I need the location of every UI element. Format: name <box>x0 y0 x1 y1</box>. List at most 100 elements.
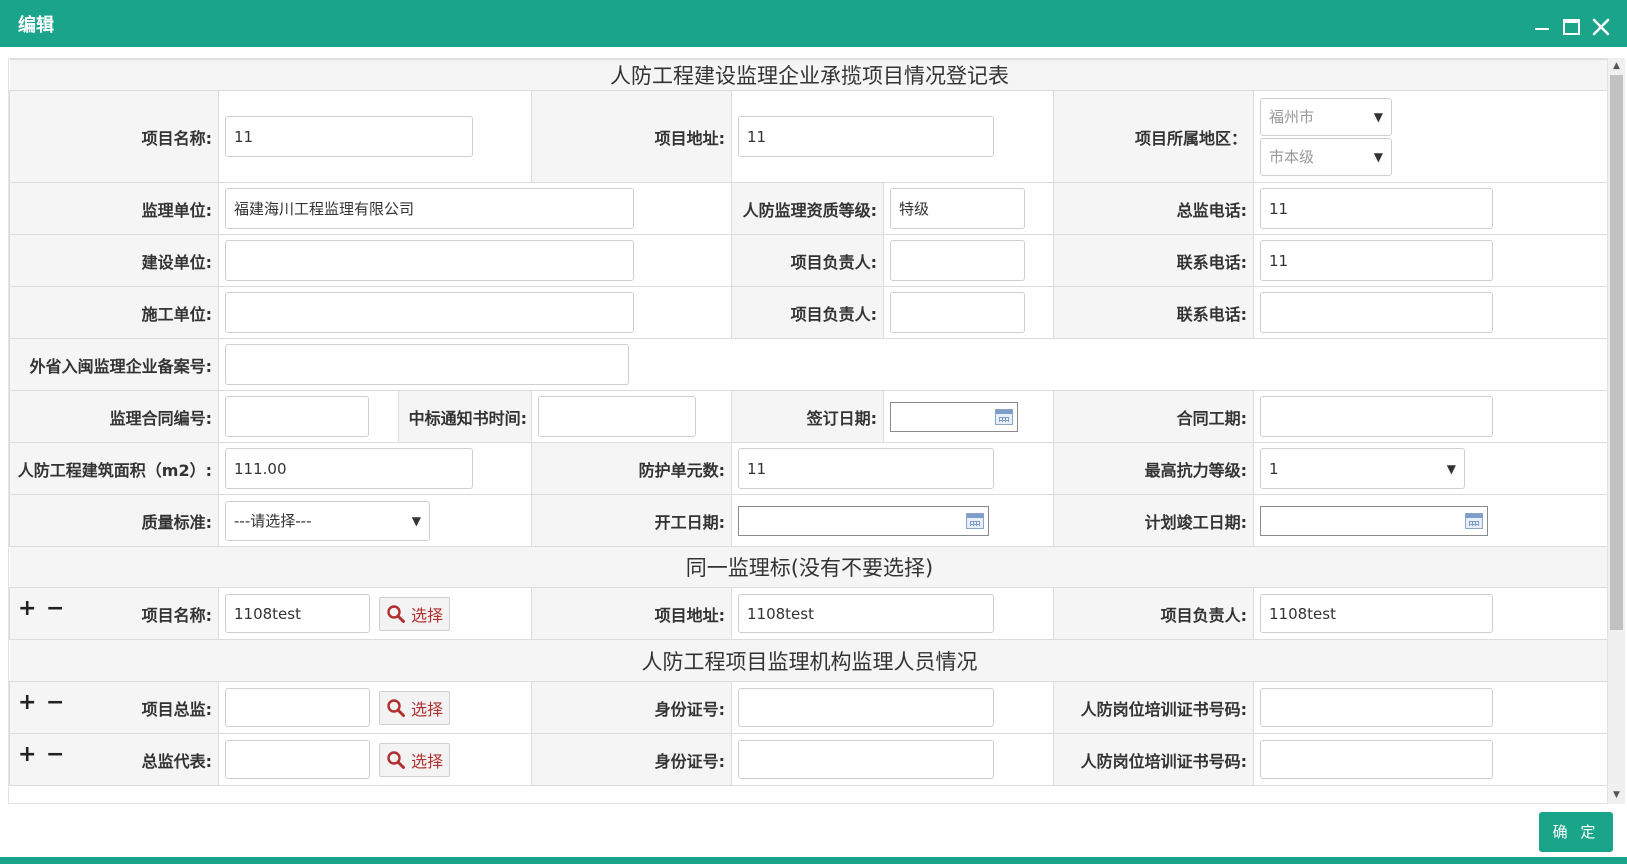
same-bid-leader-label: 项目负责人: <box>1053 587 1254 640</box>
select-button[interactable]: 选择 <box>379 690 451 725</box>
qualification-label: 人防监理资质等级: <box>731 182 884 235</box>
builder-unit-label: 施工单位: <box>9 286 219 339</box>
calendar-icon[interactable] <box>995 408 1013 425</box>
chief-phone-input[interactable] <box>1260 188 1493 229</box>
chevron-down-icon: ▼ <box>1373 149 1383 164</box>
chief-cert-input[interactable] <box>1260 688 1493 727</box>
building-area-input[interactable] <box>225 448 473 489</box>
chief-id-input[interactable] <box>738 688 994 727</box>
protection-units-label: 防护单元数: <box>531 442 732 495</box>
chief-id-label: 身份证号: <box>531 681 732 734</box>
supervision-unit-input[interactable] <box>225 188 634 229</box>
builder-leader-input[interactable] <box>890 292 1025 333</box>
same-bid-leader-input[interactable] <box>1260 594 1493 633</box>
search-icon <box>387 604 406 623</box>
contract-period-label: 合同工期: <box>1053 390 1254 443</box>
scroll-down-icon[interactable]: ▼ <box>1608 787 1625 804</box>
window-title: 编辑 <box>18 15 54 36</box>
chief-deputy-label: + − 总监代表: <box>9 733 219 786</box>
owner-leader-label: 项目负责人: <box>731 234 884 287</box>
out-of-province-input[interactable] <box>225 344 629 385</box>
max-resistance-select[interactable]: 1 ▼ <box>1260 448 1465 489</box>
region-level-select[interactable]: 市本级 ▼ <box>1260 137 1392 176</box>
close-icon[interactable] <box>1588 10 1616 36</box>
chief-deputy-input[interactable] <box>225 740 370 779</box>
deputy-id-input[interactable] <box>738 740 994 779</box>
same-bid-address-label: 项目地址: <box>531 587 732 640</box>
add-row-icon[interactable]: + <box>18 692 36 714</box>
max-resistance-value: 1 <box>1269 459 1279 478</box>
confirm-button[interactable]: 确 定 <box>1539 812 1613 852</box>
remove-row-icon[interactable]: − <box>46 744 64 766</box>
scrollbar-thumb[interactable] <box>1610 75 1623 630</box>
add-row-icon[interactable]: + <box>18 744 36 766</box>
search-icon <box>387 750 406 769</box>
maximize-icon[interactable] <box>1558 10 1582 36</box>
construction-owner-label: 建设单位: <box>9 234 219 287</box>
planned-completion-input[interactable] <box>1260 505 1488 536</box>
project-chief-input[interactable] <box>225 688 370 727</box>
chief-phone-label: 总监电话: <box>1053 182 1254 235</box>
project-address-input[interactable] <box>738 116 994 157</box>
remove-row-icon[interactable]: − <box>46 598 64 620</box>
form-title: 人防工程建设监理企业承揽项目情况登记表 <box>9 59 1607 91</box>
region-city-value: 福州市 <box>1269 108 1315 126</box>
same-bid-section-title: 同一监理标(没有不要选择) <box>9 546 1607 588</box>
select-button[interactable]: 选择 <box>379 742 451 777</box>
vertical-scrollbar[interactable]: ▲ ▼ <box>1608 58 1625 804</box>
owner-leader-input[interactable] <box>890 240 1025 281</box>
quality-standard-select[interactable]: ---请选择--- ▼ <box>225 500 430 541</box>
supervision-unit-label: 监理单位: <box>9 182 219 235</box>
project-name-label: 项目名称: <box>9 90 219 183</box>
owner-phone-label: 联系电话: <box>1053 234 1254 287</box>
chevron-down-icon: ▼ <box>1373 109 1383 124</box>
scroll-up-icon[interactable]: ▲ <box>1608 58 1625 75</box>
builder-leader-label: 项目负责人: <box>731 286 884 339</box>
chevron-down-icon: ▼ <box>1446 461 1456 476</box>
region-level-value: 市本级 <box>1269 148 1315 166</box>
sign-date-input[interactable] <box>890 401 1018 432</box>
builder-phone-input[interactable] <box>1260 292 1493 333</box>
same-bid-name-label: + − 项目名称: <box>9 587 219 640</box>
qualification-input[interactable] <box>890 188 1025 229</box>
select-button[interactable]: 选择 <box>379 596 451 631</box>
project-region-label: 项目所属地区： <box>1053 90 1254 183</box>
same-bid-address-input[interactable] <box>738 594 994 633</box>
chief-cert-label: 人防岗位培训证书号码: <box>1053 681 1254 734</box>
project-name-input[interactable] <box>225 116 473 157</box>
chevron-down-icon: ▼ <box>411 513 421 528</box>
remove-row-icon[interactable]: − <box>46 692 64 714</box>
deputy-cert-input[interactable] <box>1260 740 1493 779</box>
calendar-icon[interactable] <box>966 512 984 529</box>
protection-units-input[interactable] <box>738 448 994 489</box>
quality-standard-label: 质量标准: <box>9 494 219 547</box>
select-button-label: 选择 <box>411 699 444 719</box>
contract-period-input[interactable] <box>1260 396 1493 437</box>
chief-deputy-text: 总监代表: <box>141 751 212 771</box>
project-address-label: 项目地址: <box>531 90 732 183</box>
planned-completion-label: 计划竣工日期: <box>1053 494 1254 547</box>
region-city-select[interactable]: 福州市 ▼ <box>1260 97 1392 136</box>
select-button-label: 选择 <box>411 751 444 771</box>
award-notice-input[interactable] <box>538 396 696 437</box>
quality-standard-value: ---请选择--- <box>234 512 312 530</box>
add-row-icon[interactable]: + <box>18 598 36 620</box>
contract-no-input[interactable] <box>225 396 369 437</box>
contract-no-label: 监理合同编号: <box>9 390 219 443</box>
minimize-icon[interactable] <box>1529 10 1553 36</box>
dialog-body: 人防工程建设监理企业承揽项目情况登记表 项目名称: 项目地址: 项目所属地区： … <box>0 47 1627 809</box>
building-area-label: 人防工程建筑面积（m2）: <box>9 442 219 495</box>
start-date-label: 开工日期: <box>531 494 732 547</box>
form-scroll-area[interactable]: 人防工程建设监理企业承揽项目情况登记表 项目名称: 项目地址: 项目所属地区： … <box>8 58 1608 804</box>
same-bid-name-input[interactable] <box>225 594 370 633</box>
sign-date-label: 签订日期: <box>731 390 884 443</box>
builder-unit-input[interactable] <box>225 292 634 333</box>
calendar-icon[interactable] <box>1465 512 1483 529</box>
select-button-label: 选择 <box>411 605 444 625</box>
project-chief-text: 项目总监: <box>141 699 212 719</box>
max-resistance-label: 最高抗力等级: <box>1053 442 1254 495</box>
construction-owner-input[interactable] <box>225 240 634 281</box>
owner-phone-input[interactable] <box>1260 240 1493 281</box>
start-date-input[interactable] <box>738 505 989 536</box>
same-bid-name-text: 项目名称: <box>141 605 212 625</box>
